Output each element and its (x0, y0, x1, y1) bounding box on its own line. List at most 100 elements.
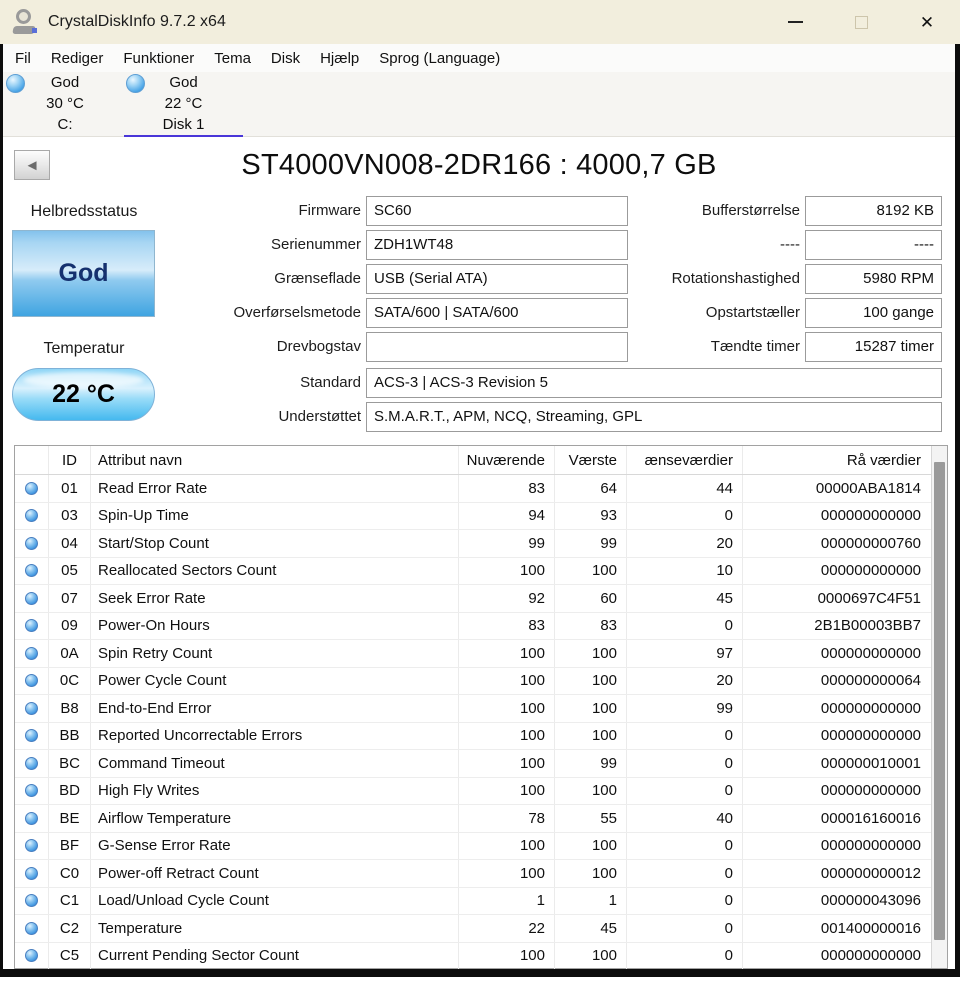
field-understøttet-label: Understøttet (153, 402, 361, 432)
cell-name: Start/Stop Count (91, 530, 459, 557)
field-grænseflade-label: Grænseflade (153, 264, 361, 294)
attribute-status-cell (15, 860, 49, 887)
cell-raw: 001400000016 (743, 915, 931, 942)
smart-attribute-row[interactable]: 0ASpin Retry Count10010097000000000000 (15, 640, 947, 668)
disk-tab-status: God (17, 72, 113, 93)
app-icon (13, 9, 39, 35)
cell-name: Seek Error Rate (91, 585, 459, 612)
cell-id: B8 (49, 695, 91, 722)
window-frame-left (0, 44, 3, 977)
cell-raw: 000000000000 (743, 723, 931, 750)
cell-threshold: 0 (627, 503, 743, 530)
cell-name: Reallocated Sectors Count (91, 558, 459, 585)
smart-attribute-row[interactable]: BBReported Uncorrectable Errors100100000… (15, 723, 947, 751)
table-scrollbar-thumb[interactable] (934, 462, 945, 940)
attribute-status-cell (15, 585, 49, 612)
smart-attribute-row[interactable]: 05Reallocated Sectors Count1001001000000… (15, 558, 947, 586)
smart-attribute-row[interactable]: C1Load/Unload Cycle Count110000000043096 (15, 888, 947, 916)
smart-attribute-row[interactable]: 04Start/Stop Count999920000000000760 (15, 530, 947, 558)
menu-item-disk[interactable]: Disk (261, 50, 310, 67)
status-good-dot-icon (25, 482, 38, 495)
smart-attribute-row[interactable]: C0Power-off Retract Count100100000000000… (15, 860, 947, 888)
status-good-dot-icon (25, 784, 38, 797)
cell-worst: 83 (555, 613, 627, 640)
cell-raw: 000000000000 (743, 943, 931, 970)
smart-attribute-row[interactable]: 07Seek Error Rate9260450000697C4F51 (15, 585, 947, 613)
menu-item-rediger[interactable]: Rediger (41, 50, 114, 67)
cell-threshold: 0 (627, 778, 743, 805)
cell-name: End-to-End Error (91, 695, 459, 722)
disk-tab-temp: 30 °C (17, 93, 113, 114)
header-status (15, 446, 49, 474)
smart-attribute-row[interactable]: 09Power-On Hours838302B1B00003BB7 (15, 613, 947, 641)
smart-attribute-row[interactable]: BDHigh Fly Writes1001000000000000000 (15, 778, 947, 806)
cell-current: 99 (459, 530, 555, 557)
menu-item-hjælp[interactable]: Hjælp (310, 50, 369, 67)
window-frame-bottom (0, 969, 960, 977)
field-drevbogstav-value (366, 332, 628, 362)
maximize-button[interactable] (828, 0, 894, 44)
smart-attribute-row[interactable]: 03Spin-Up Time94930000000000000 (15, 503, 947, 531)
cell-current: 100 (459, 778, 555, 805)
header-threshold: ænseværdier (627, 446, 743, 474)
cell-current: 100 (459, 833, 555, 860)
health-status-label: Helbredsstatus (11, 203, 157, 221)
cell-threshold: 99 (627, 695, 743, 722)
cell-current: 1 (459, 888, 555, 915)
cell-threshold: 0 (627, 915, 743, 942)
cell-name: Current Pending Sector Count (91, 943, 459, 970)
cell-threshold: 97 (627, 640, 743, 667)
field-overførselsmetode-value: SATA/600 | SATA/600 (366, 298, 628, 328)
cell-name: High Fly Writes (91, 778, 459, 805)
cell-name: G-Sense Error Rate (91, 833, 459, 860)
smart-attribute-row[interactable]: BFG-Sense Error Rate1001000000000000000 (15, 833, 947, 861)
table-scrollbar[interactable] (931, 446, 947, 968)
cell-raw: 000000000000 (743, 558, 931, 585)
temperature-indicator[interactable]: 22 °C (12, 368, 155, 421)
health-status-button[interactable]: God (12, 230, 155, 317)
field-grænseflade-value: USB (Serial ATA) (366, 264, 628, 294)
cell-worst: 1 (555, 888, 627, 915)
cell-raw: 2B1B00003BB7 (743, 613, 931, 640)
cell-raw: 00000ABA1814 (743, 475, 931, 502)
smart-attribute-row[interactable]: B8End-to-End Error10010099000000000000 (15, 695, 947, 723)
disk-tab-disk-1[interactable]: God22 °CDisk 1 (128, 72, 239, 136)
cell-id: 01 (49, 475, 91, 502)
close-button[interactable]: ✕ (894, 0, 960, 44)
smart-attribute-row[interactable]: BEAirflow Temperature785540000016160016 (15, 805, 947, 833)
smart-attribute-row[interactable]: C5Current Pending Sector Count1001000000… (15, 943, 947, 971)
attribute-status-cell (15, 530, 49, 557)
cell-threshold: 0 (627, 613, 743, 640)
field-opstartstæller-label: Opstartstæller (631, 298, 800, 328)
menu-item-tema[interactable]: Tema (204, 50, 261, 67)
cell-id: BF (49, 833, 91, 860)
smart-attribute-row[interactable]: BCCommand Timeout100990000000010001 (15, 750, 947, 778)
cell-worst: 100 (555, 668, 627, 695)
attribute-status-cell (15, 750, 49, 777)
field-unknown-value: ---- (805, 230, 942, 260)
smart-attribute-row[interactable]: 01Read Error Rate83644400000ABA1814 (15, 475, 947, 503)
smart-attribute-row[interactable]: 0CPower Cycle Count10010020000000000064 (15, 668, 947, 696)
minimize-button[interactable] (762, 0, 828, 44)
field-rotationshastighed-label: Rotationshastighed (631, 264, 800, 294)
cell-worst: 64 (555, 475, 627, 502)
smart-attribute-row[interactable]: C2Temperature22450001400000016 (15, 915, 947, 943)
cell-raw: 000000000064 (743, 668, 931, 695)
cell-worst: 100 (555, 778, 627, 805)
disk-tab-status: God (128, 72, 239, 93)
menu-item-fil[interactable]: Fil (5, 50, 41, 67)
cell-current: 100 (459, 943, 555, 970)
cell-worst: 100 (555, 723, 627, 750)
cell-current: 100 (459, 723, 555, 750)
cell-threshold: 45 (627, 585, 743, 612)
temperature-label: Temperatur (11, 340, 157, 358)
disk-tab-name: C: (17, 114, 113, 135)
menu-item-sprog-language[interactable]: Sprog (Language) (369, 50, 510, 67)
cell-raw: 000000000000 (743, 503, 931, 530)
disk-tab-c[interactable]: God30 °CC: (17, 72, 113, 136)
cell-raw: 0000697C4F51 (743, 585, 931, 612)
field-unknown-label: ---- (631, 230, 800, 260)
field-rotationshastighed-value: 5980 RPM (805, 264, 942, 294)
menu-item-funktioner[interactable]: Funktioner (113, 50, 204, 67)
status-good-dot-icon (25, 509, 38, 522)
